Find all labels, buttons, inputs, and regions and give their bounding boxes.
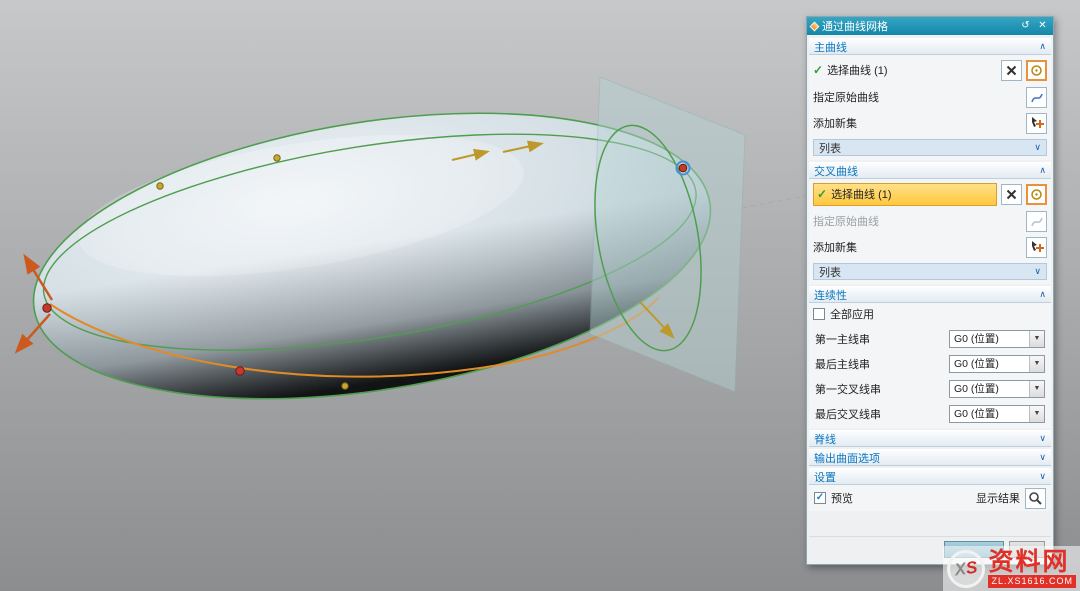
last-cross-string-select[interactable]: G0 (位置) ▼: [949, 405, 1045, 423]
chevron-down-icon: ∨: [1034, 267, 1041, 276]
group-body-cross-curves: ✓ 选择曲线 (1): [809, 179, 1051, 284]
curve-endpoint[interactable]: [43, 304, 51, 312]
curve-point[interactable]: [342, 383, 348, 389]
plus-cursor-icon: [1030, 116, 1044, 130]
row-first-cross-string: 第一交叉线串 G0 (位置) ▼: [813, 376, 1047, 401]
dropdown-arrow-icon: ▼: [1029, 331, 1044, 347]
cross-list-label: 列表: [819, 264, 1034, 280]
watermark: XS 资料网 ZL.XS1616.COM: [943, 546, 1080, 591]
deselect-x-icon: [1005, 188, 1018, 201]
curve-select-button[interactable]: [1026, 184, 1047, 205]
origin-curve-button-disabled[interactable]: [1026, 211, 1047, 232]
chevron-up-icon: ∧: [1039, 42, 1046, 51]
row-apply-all: 全部应用: [809, 303, 1051, 325]
group-body-continuity: 第一主线串 G0 (位置) ▼ 最后主线串 G0 (位置) ▼ 第一交叉线串: [809, 325, 1051, 428]
application-window: 通过曲线网格 ↺ ✕ 主曲线 ∧ ✓ 选择曲线 (1): [0, 0, 1080, 591]
show-result-button[interactable]: [1025, 488, 1046, 509]
first-primary-string-select[interactable]: G0 (位置) ▼: [949, 330, 1045, 348]
check-icon: ✓: [817, 187, 827, 201]
row-cross-origin-curve: 指定原始曲线: [813, 208, 1047, 234]
group-header-output-surface-options[interactable]: 输出曲面选项 ∨: [809, 449, 1051, 466]
group-header-settings[interactable]: 设置 ∨: [809, 468, 1051, 485]
chevron-down-icon: ∨: [1039, 434, 1046, 443]
preview-label: 预览: [831, 490, 853, 506]
row-last-cross-string: 最后交叉线串 G0 (位置) ▼: [813, 401, 1047, 426]
preview-checkbox[interactable]: ✓: [814, 492, 826, 504]
plus-cursor-icon: [1030, 240, 1044, 254]
row-last-primary-string: 最后主线串 G0 (位置) ▼: [813, 351, 1047, 376]
selected-point[interactable]: [679, 164, 687, 172]
close-icon[interactable]: ✕: [1036, 17, 1049, 35]
chevron-down-icon: ∨: [1034, 143, 1041, 152]
cross-select-curve-highlight[interactable]: ✓ 选择曲线 (1): [813, 183, 997, 206]
dropdown-arrow-icon: ▼: [1029, 381, 1044, 397]
reset-icon[interactable]: ↺: [1019, 17, 1032, 35]
cross-select-curve-label: 选择曲线 (1): [831, 186, 993, 202]
spline-curve-icon: [1030, 215, 1044, 228]
group-header-spine[interactable]: 脊线 ∨: [809, 430, 1051, 447]
group-body-primary-curves: ✓ 选择曲线 (1): [809, 55, 1051, 160]
primary-list-label: 列表: [819, 140, 1034, 156]
apply-all-label: 全部应用: [830, 306, 874, 322]
cross-add-new-set-label: 添加新集: [813, 239, 1022, 255]
circle-curve-icon: [1030, 188, 1043, 201]
chevron-down-icon: ∨: [1039, 472, 1046, 481]
row-primary-origin-curve: 指定原始曲线: [813, 84, 1047, 110]
cross-origin-curve-label: 指定原始曲线: [813, 213, 1022, 229]
dropdown-arrow-icon: ▼: [1029, 406, 1044, 422]
add-new-set-button[interactable]: [1026, 237, 1047, 258]
group-header-cross-curves[interactable]: 交叉曲线 ∧: [809, 162, 1051, 179]
row-preview: ✓ 预览 显示结果: [809, 485, 1051, 511]
add-new-set-button[interactable]: [1026, 113, 1047, 134]
dialog-through-curve-mesh: 通过曲线网格 ↺ ✕ 主曲线 ∧ ✓ 选择曲线 (1): [806, 16, 1054, 565]
primary-origin-curve-label: 指定原始曲线: [813, 89, 1022, 105]
show-result-label: 显示结果: [976, 490, 1020, 506]
dialog-icon: [810, 21, 820, 31]
dialog-title: 通过曲线网格: [822, 18, 1015, 34]
primary-select-curve-label: 选择曲线 (1): [827, 62, 997, 78]
dialog-titlebar[interactable]: 通过曲线网格 ↺ ✕: [807, 17, 1053, 35]
curve-endpoint[interactable]: [236, 367, 244, 375]
curve-select-button[interactable]: [1026, 60, 1047, 81]
row-cross-add-new-set: 添加新集: [813, 234, 1047, 260]
deselect-button[interactable]: [1001, 60, 1022, 81]
row-primary-add-new-set: 添加新集: [813, 110, 1047, 136]
check-icon: ✓: [813, 63, 823, 77]
dropdown-arrow-icon: ▼: [1029, 356, 1044, 372]
watermark-site-url: ZL.XS1616.COM: [988, 575, 1076, 588]
chevron-up-icon: ∧: [1039, 166, 1046, 175]
cross-list-dropdown[interactable]: 列表 ∨: [813, 263, 1047, 280]
row-cross-select-curve: ✓ 选择曲线 (1): [813, 180, 1047, 208]
primary-add-new-set-label: 添加新集: [813, 115, 1022, 131]
curve-point[interactable]: [157, 183, 163, 189]
watermark-logo: XS: [945, 547, 988, 590]
dialog-body: 主曲线 ∧ ✓ 选择曲线 (1): [807, 35, 1053, 564]
chevron-up-icon: ∧: [1039, 290, 1046, 299]
watermark-site-name: 资料网: [988, 549, 1076, 575]
origin-curve-button[interactable]: [1026, 87, 1047, 108]
group-header-continuity[interactable]: 连续性 ∧: [809, 286, 1051, 303]
circle-curve-icon: [1030, 64, 1043, 77]
deselect-x-icon: [1005, 64, 1018, 77]
primary-list-dropdown[interactable]: 列表 ∨: [813, 139, 1047, 156]
first-cross-string-select[interactable]: G0 (位置) ▼: [949, 380, 1045, 398]
row-primary-select-curve: ✓ 选择曲线 (1): [813, 56, 1047, 84]
magnifier-icon: [1028, 491, 1043, 506]
curve-point[interactable]: [274, 155, 280, 161]
chevron-down-icon: ∨: [1039, 453, 1046, 462]
spline-curve-icon: [1030, 91, 1044, 104]
apply-all-checkbox[interactable]: [813, 308, 825, 320]
row-first-primary-string: 第一主线串 G0 (位置) ▼: [813, 326, 1047, 351]
group-header-primary-curves[interactable]: 主曲线 ∧: [809, 38, 1051, 55]
deselect-button[interactable]: [1001, 184, 1022, 205]
last-primary-string-select[interactable]: G0 (位置) ▼: [949, 355, 1045, 373]
